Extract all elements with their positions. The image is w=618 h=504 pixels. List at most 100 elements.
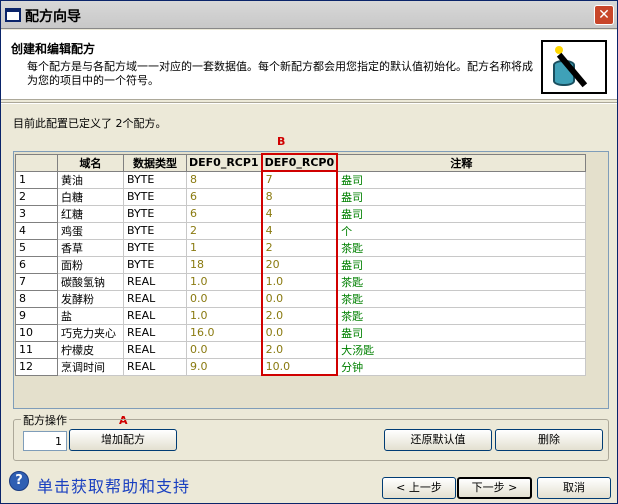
data-type-cell[interactable]: REAL	[123, 340, 187, 359]
field-name-cell[interactable]: 碳酸氢钠	[57, 272, 124, 291]
comment-cell[interactable]: 茶匙	[336, 238, 586, 257]
help-icon[interactable]: ?	[9, 471, 29, 491]
data-type-cell[interactable]: REAL	[123, 357, 187, 376]
row-number-cell[interactable]: 6	[15, 255, 58, 274]
rcp1-value-cell[interactable]: 9.0	[185, 357, 263, 376]
column-header-comment[interactable]: 注释	[336, 153, 586, 172]
field-name-cell[interactable]: 柠檬皮	[57, 340, 124, 359]
rcp0-value-cell[interactable]: 20	[260, 255, 339, 274]
column-header-rcp0[interactable]: DEF0_RCP0	[260, 153, 339, 172]
rcp1-value-cell[interactable]: 1.0	[185, 306, 263, 325]
table-row[interactable]: 3 红糖 BYTE 6 4 盎司	[15, 204, 586, 223]
column-header-type[interactable]: 数据类型	[123, 153, 187, 172]
row-number-cell[interactable]: 4	[15, 221, 58, 240]
restore-defaults-button[interactable]: 还原默认值	[384, 429, 492, 451]
row-number-cell[interactable]: 5	[15, 238, 58, 257]
column-header-rcp1[interactable]: DEF0_RCP1	[185, 153, 263, 172]
row-number-cell[interactable]: 7	[15, 272, 58, 291]
data-type-cell[interactable]: BYTE	[123, 238, 187, 257]
rcp0-value-cell[interactable]: 4	[260, 221, 339, 240]
comment-cell[interactable]: 分钟	[336, 357, 586, 376]
table-row[interactable]: 4 鸡蛋 BYTE 2 4 个	[15, 221, 586, 240]
rcp0-value-cell[interactable]: 4	[260, 204, 339, 223]
cancel-button[interactable]: 取消	[537, 477, 611, 499]
comment-cell[interactable]: 茶匙	[336, 289, 586, 308]
field-name-cell[interactable]: 黄油	[57, 170, 124, 189]
rcp0-value-cell[interactable]: 8	[260, 187, 339, 206]
row-number-cell[interactable]: 1	[15, 170, 58, 189]
rcp1-value-cell[interactable]: 1	[185, 238, 263, 257]
table-row[interactable]: 8 发酵粉 REAL 0.0 0.0 茶匙	[15, 289, 586, 308]
field-name-cell[interactable]: 红糖	[57, 204, 124, 223]
row-number-cell[interactable]: 3	[15, 204, 58, 223]
help-link[interactable]: 单击获取帮助和支持	[37, 473, 190, 497]
data-type-cell[interactable]: BYTE	[123, 255, 187, 274]
next-button[interactable]: 下一步 >	[457, 477, 532, 499]
table-row[interactable]: 7 碳酸氢钠 REAL 1.0 1.0 茶匙	[15, 272, 586, 291]
delete-button[interactable]: 删除	[495, 429, 603, 451]
comment-cell[interactable]: 盎司	[336, 255, 586, 274]
field-name-cell[interactable]: 白糖	[57, 187, 124, 206]
prev-button[interactable]: < 上一步	[382, 477, 456, 499]
close-button[interactable]: ✕	[594, 5, 614, 25]
row-number-cell[interactable]: 12	[15, 357, 58, 376]
table-row[interactable]: 12 烹调时间 REAL 9.0 10.0 分钟	[15, 357, 586, 376]
rcp0-value-cell[interactable]: 2.0	[260, 306, 339, 325]
comment-cell[interactable]: 个	[336, 221, 586, 240]
rcp0-value-cell[interactable]: 0.0	[260, 289, 339, 308]
field-name-cell[interactable]: 面粉	[57, 255, 124, 274]
rcp0-value-cell[interactable]: 7	[260, 170, 339, 189]
table-row[interactable]: 2 白糖 BYTE 6 8 盎司	[15, 187, 586, 206]
comment-cell[interactable]: 盎司	[336, 204, 586, 223]
field-name-cell[interactable]: 盐	[57, 306, 124, 325]
column-header-rownum[interactable]	[15, 153, 58, 172]
table-row[interactable]: 6 面粉 BYTE 18 20 盎司	[15, 255, 586, 274]
table-row[interactable]: 1 黄油 BYTE 8 7 盎司	[15, 170, 586, 189]
data-type-cell[interactable]: BYTE	[123, 204, 187, 223]
data-type-cell[interactable]: BYTE	[123, 170, 187, 189]
column-header-field[interactable]: 域名	[57, 153, 124, 172]
rcp0-value-cell[interactable]: 2.0	[260, 340, 339, 359]
field-name-cell[interactable]: 鸡蛋	[57, 221, 124, 240]
rcp1-value-cell[interactable]: 0.0	[185, 340, 263, 359]
table-row[interactable]: 5 香草 BYTE 1 2 茶匙	[15, 238, 586, 257]
comment-cell[interactable]: 大汤匙	[336, 340, 586, 359]
rcp0-value-cell[interactable]: 10.0	[260, 357, 339, 376]
field-name-cell[interactable]: 香草	[57, 238, 124, 257]
rcp0-value-cell[interactable]: 2	[260, 238, 339, 257]
rcp0-value-cell[interactable]: 0.0	[260, 323, 339, 342]
field-name-cell[interactable]: 烹调时间	[57, 357, 124, 376]
comment-cell[interactable]: 盎司	[336, 170, 586, 189]
rcp1-value-cell[interactable]: 18	[185, 255, 263, 274]
rcp1-value-cell[interactable]: 8	[185, 170, 263, 189]
rcp1-value-cell[interactable]: 2	[185, 221, 263, 240]
rcp1-value-cell[interactable]: 0.0	[185, 289, 263, 308]
row-number-cell[interactable]: 10	[15, 323, 58, 342]
data-type-cell[interactable]: REAL	[123, 272, 187, 291]
data-type-cell[interactable]: REAL	[123, 289, 187, 308]
rcp1-value-cell[interactable]: 16.0	[185, 323, 263, 342]
row-number-cell[interactable]: 2	[15, 187, 58, 206]
field-name-cell[interactable]: 发酵粉	[57, 289, 124, 308]
table-row[interactable]: 9 盐 REAL 1.0 2.0 茶匙	[15, 306, 586, 325]
add-recipe-button[interactable]: 增加配方	[69, 429, 177, 451]
data-type-cell[interactable]: REAL	[123, 323, 187, 342]
rcp0-value-cell[interactable]: 1.0	[260, 272, 339, 291]
recipe-grid[interactable]: 域名 数据类型 DEF0_RCP1 DEF0_RCP0 注释 1 黄油 BYTE 8 7…	[13, 151, 609, 409]
rcp1-value-cell[interactable]: 1.0	[185, 272, 263, 291]
table-row[interactable]: 10 巧克力夹心 REAL 16.0 0.0 盎司	[15, 323, 586, 342]
data-type-cell[interactable]: REAL	[123, 306, 187, 325]
comment-cell[interactable]: 盎司	[336, 323, 586, 342]
rcp1-value-cell[interactable]: 6	[185, 204, 263, 223]
row-number-cell[interactable]: 8	[15, 289, 58, 308]
row-number-cell[interactable]: 9	[15, 306, 58, 325]
data-type-cell[interactable]: BYTE	[123, 221, 187, 240]
comment-cell[interactable]: 盎司	[336, 187, 586, 206]
field-name-cell[interactable]: 巧克力夹心	[57, 323, 124, 342]
data-type-cell[interactable]: BYTE	[123, 187, 187, 206]
comment-cell[interactable]: 茶匙	[336, 272, 586, 291]
table-row[interactable]: 11 柠檬皮 REAL 0.0 2.0 大汤匙	[15, 340, 586, 359]
row-number-cell[interactable]: 11	[15, 340, 58, 359]
comment-cell[interactable]: 茶匙	[336, 306, 586, 325]
recipe-count-input[interactable]: 1	[23, 431, 67, 451]
